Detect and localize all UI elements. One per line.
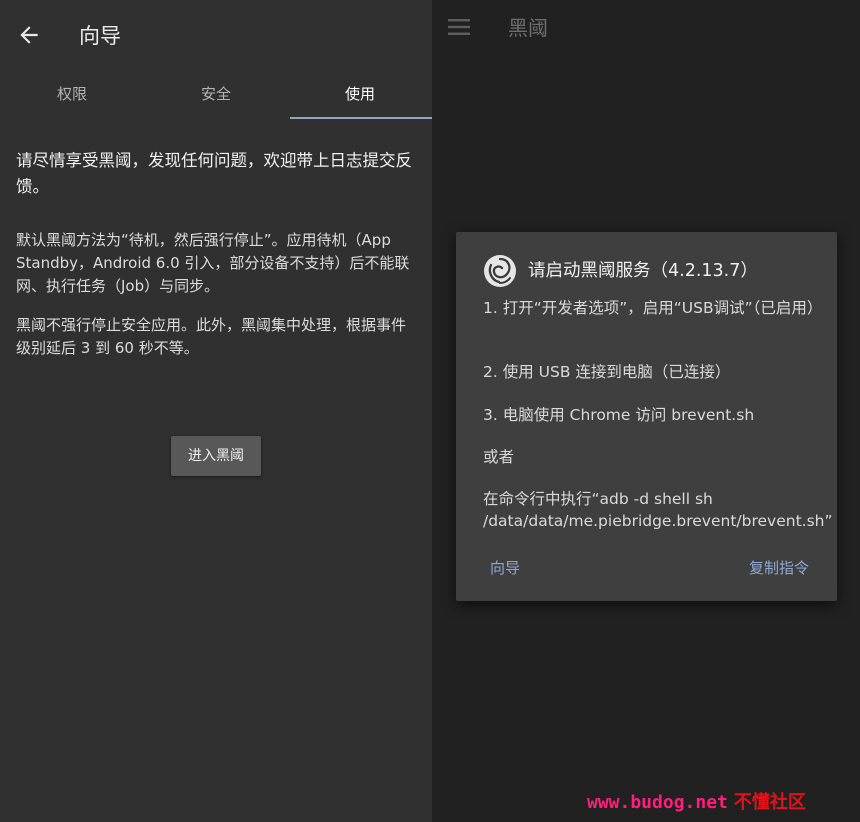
app-title: 黑阈	[508, 16, 548, 40]
menu-icon[interactable]	[448, 18, 470, 36]
guide-button[interactable]: 向导	[490, 557, 520, 579]
watermark-url: www.budog.net	[587, 792, 728, 813]
page-title: 向导	[79, 24, 121, 48]
safe-apps-description: 黑阈不强行停止安全应用。此外，黑阈集中处理，根据事件级别延后 3 到 60 秒不…	[16, 316, 407, 357]
step-enable-usb-debugging: 1. 打开“开发者选项”，启用“USB调试”（已启用）	[483, 299, 823, 317]
tab-security[interactable]: 安全	[144, 72, 288, 120]
intro-text: 请尽情享受黑阈，发现任何问题，欢迎带上日志提交反馈。	[16, 151, 412, 196]
active-tab-indicator	[290, 117, 432, 119]
step-adb-command: 在命令行中执行“adb -d shell sh /data/data/me.pi…	[483, 490, 833, 530]
watermark: www.budog.net 不懂社区	[587, 790, 855, 816]
watermark-name: 不懂社区	[733, 792, 806, 813]
tab-usage[interactable]: 使用	[288, 72, 432, 120]
wizard-app-bar: 向导	[0, 0, 432, 72]
step-connect-usb: 2. 使用 USB 连接到电脑（已连接）	[483, 363, 731, 381]
tab-permissions[interactable]: 权限	[0, 72, 144, 120]
copy-command-button[interactable]: 复制指令	[749, 557, 809, 579]
step-open-chrome: 3. 电脑使用 Chrome 访问 brevent.sh	[483, 406, 755, 424]
start-service-dialog: 请启动黑阈服务（4.2.13.7） 1. 打开“开发者选项”，启用“USB调试”…	[456, 232, 837, 601]
tab-bar: 权限 安全 使用	[0, 72, 432, 120]
dialog-title: 请启动黑阈服务（4.2.13.7）	[528, 261, 758, 281]
enter-brevent-button[interactable]: 进入黑阈	[171, 436, 261, 476]
brevent-main-screen: 黑阈 请启动黑阈服务（4.2.13.7） 1. 打开“开发者选项”，启用“USB…	[432, 0, 860, 822]
brevent-logo-icon	[484, 255, 516, 287]
back-arrow-icon[interactable]	[16, 22, 42, 48]
wizard-screen: 向导 权限 安全 使用 请尽情享受黑阈，发现任何问题，欢迎带上日志提交反馈。 默…	[0, 0, 432, 822]
step-or: 或者	[483, 448, 515, 466]
standby-description: 默认黑阈方法为“待机，然后强行停止”。应用待机（App Standby，Andr…	[16, 231, 410, 295]
